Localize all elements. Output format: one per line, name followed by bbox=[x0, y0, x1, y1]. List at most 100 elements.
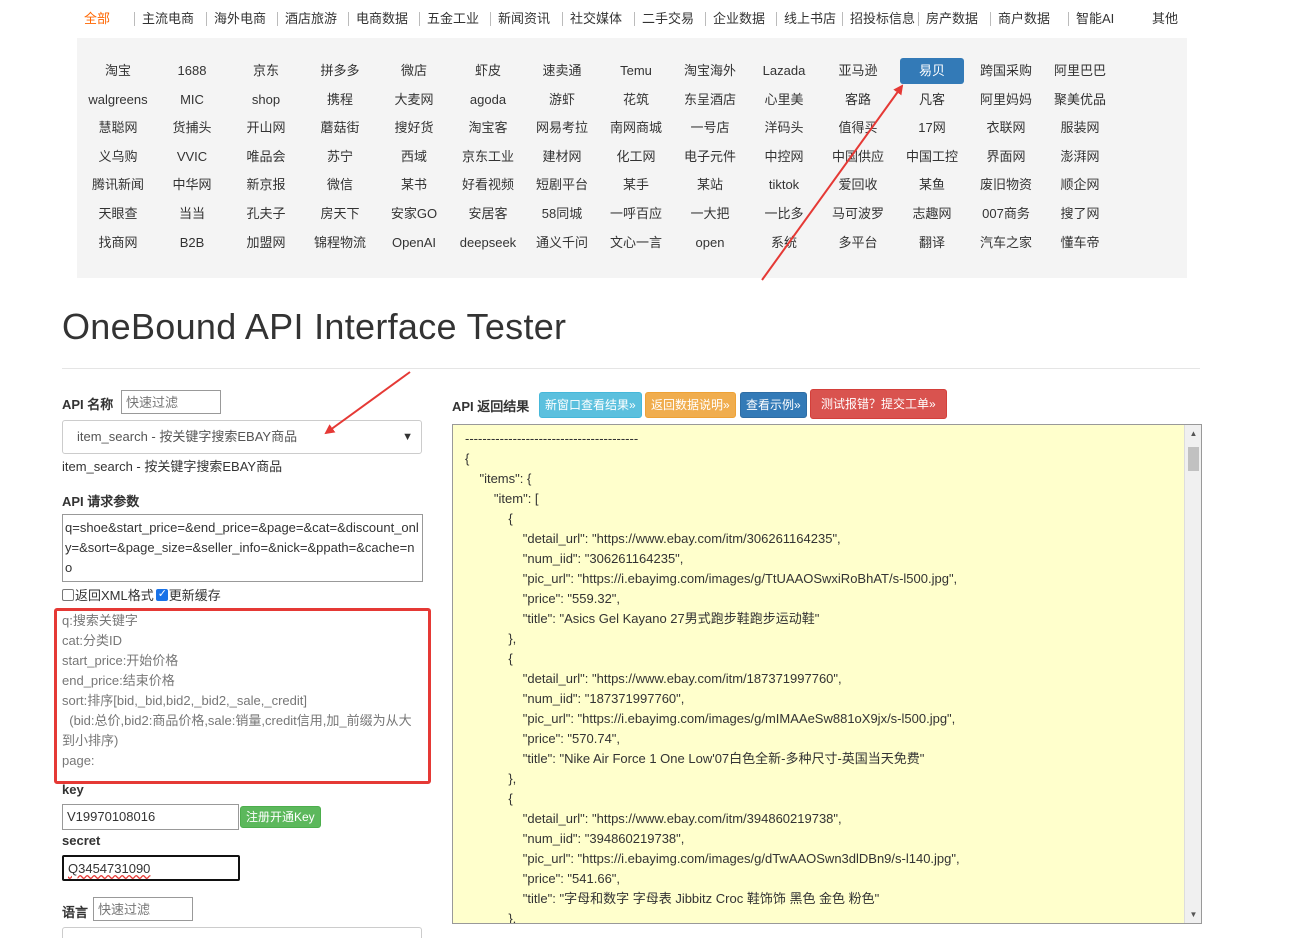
site-link[interactable]: 跨国采购 bbox=[974, 58, 1038, 84]
site-link[interactable]: 新京报 bbox=[234, 172, 298, 198]
site-link[interactable]: 电子元件 bbox=[678, 144, 742, 170]
site-link[interactable]: 微信 bbox=[308, 172, 372, 198]
site-link[interactable]: 锦程物流 bbox=[308, 230, 372, 256]
site-link[interactable]: 拼多多 bbox=[308, 58, 372, 84]
top-category-13[interactable]: 商户数据 bbox=[990, 12, 1050, 26]
top-category-5[interactable]: 五金工业 bbox=[419, 12, 479, 26]
site-link[interactable]: 慧聪网 bbox=[86, 115, 150, 141]
report-issue-button[interactable]: 测试报错？提交工单» bbox=[810, 389, 947, 419]
site-link[interactable]: 东呈酒店 bbox=[678, 87, 742, 113]
example-button[interactable]: 查看示例» bbox=[740, 392, 807, 418]
site-link[interactable]: 阿里妈妈 bbox=[974, 87, 1038, 113]
api-filter-input[interactable] bbox=[121, 390, 221, 414]
new-window-button[interactable]: 新窗口查看结果» bbox=[539, 392, 642, 418]
scroll-down-icon[interactable]: ▼ bbox=[1185, 906, 1201, 923]
site-link[interactable]: 废旧物资 bbox=[974, 172, 1038, 198]
site-link[interactable]: 17网 bbox=[900, 115, 964, 141]
site-link[interactable]: 马可波罗 bbox=[826, 201, 890, 227]
site-link[interactable]: 安居客 bbox=[456, 201, 520, 227]
site-link[interactable]: 当当 bbox=[160, 201, 224, 227]
site-link[interactable]: open bbox=[678, 230, 742, 256]
site-link[interactable]: 腾讯新闻 bbox=[86, 172, 150, 198]
top-category-12[interactable]: 房产数据 bbox=[918, 12, 978, 26]
top-category-14[interactable]: 智能AI bbox=[1068, 12, 1114, 26]
site-link[interactable]: 客路 bbox=[826, 87, 890, 113]
scroll-thumb[interactable] bbox=[1188, 447, 1199, 471]
site-link[interactable]: MIC bbox=[160, 87, 224, 113]
top-category-8[interactable]: 二手交易 bbox=[634, 12, 694, 26]
site-link[interactable]: 多平台 bbox=[826, 230, 890, 256]
site-link[interactable]: 中控网 bbox=[752, 144, 816, 170]
site-link[interactable]: 爱回收 bbox=[826, 172, 890, 198]
top-category-11[interactable]: 招投标信息 bbox=[842, 12, 915, 26]
site-link[interactable]: 一大把 bbox=[678, 201, 742, 227]
site-link[interactable]: 加盟网 bbox=[234, 230, 298, 256]
site-link[interactable]: 翻译 bbox=[900, 230, 964, 256]
site-link[interactable]: walgreens bbox=[86, 87, 150, 113]
top-category-2[interactable]: 海外电商 bbox=[206, 12, 266, 26]
site-link[interactable]: 京东 bbox=[234, 58, 298, 84]
top-category-10[interactable]: 线上书店 bbox=[776, 12, 836, 26]
site-link[interactable]: 找商网 bbox=[86, 230, 150, 256]
site-link[interactable]: 搜了网 bbox=[1048, 201, 1112, 227]
site-link[interactable]: 淘宝海外 bbox=[678, 58, 742, 84]
site-link[interactable]: 短剧平台 bbox=[530, 172, 594, 198]
site-link[interactable]: 亚马逊 bbox=[826, 58, 890, 84]
site-link[interactable]: 淘宝客 bbox=[456, 115, 520, 141]
site-link[interactable]: 衣联网 bbox=[974, 115, 1038, 141]
site-link[interactable]: 文心一言 bbox=[604, 230, 668, 256]
site-link[interactable]: 通义千问 bbox=[530, 230, 594, 256]
site-link[interactable]: agoda bbox=[456, 87, 520, 113]
site-link[interactable]: 大麦网 bbox=[382, 87, 446, 113]
site-link[interactable]: 建材网 bbox=[530, 144, 594, 170]
site-link[interactable]: 开山网 bbox=[234, 115, 298, 141]
site-link[interactable]: 淘宝 bbox=[86, 58, 150, 84]
refresh-cache-checkbox[interactable] bbox=[155, 587, 168, 601]
top-category-0[interactable]: 全部 bbox=[84, 12, 110, 26]
site-link[interactable]: shop bbox=[234, 87, 298, 113]
top-category-15[interactable]: 其他 bbox=[1145, 12, 1178, 26]
site-link[interactable]: 某站 bbox=[678, 172, 742, 198]
site-link[interactable]: 中国供应 bbox=[826, 144, 890, 170]
secret-input[interactable]: Q3454731090 bbox=[62, 855, 240, 881]
site-link[interactable]: Temu bbox=[604, 58, 668, 84]
top-category-1[interactable]: 主流电商 bbox=[134, 12, 194, 26]
site-link[interactable]: 安家GO bbox=[382, 201, 446, 227]
site-link[interactable]: 服装网 bbox=[1048, 115, 1112, 141]
site-link[interactable]: 货捕头 bbox=[160, 115, 224, 141]
site-link[interactable]: 汽车之家 bbox=[974, 230, 1038, 256]
top-category-3[interactable]: 酒店旅游 bbox=[277, 12, 337, 26]
site-link[interactable]: 携程 bbox=[308, 87, 372, 113]
site-link[interactable]: B2B bbox=[160, 230, 224, 256]
site-link[interactable]: 南网商城 bbox=[604, 115, 668, 141]
site-link[interactable]: 值得买 bbox=[826, 115, 890, 141]
params-textarea[interactable]: q=shoe&start_price=&end_price=&page=&cat… bbox=[62, 514, 423, 582]
site-link[interactable]: 58同城 bbox=[530, 201, 594, 227]
top-category-6[interactable]: 新闻资讯 bbox=[490, 12, 550, 26]
site-link[interactable]: 房天下 bbox=[308, 201, 372, 227]
site-link[interactable]: 系统 bbox=[752, 230, 816, 256]
site-link[interactable]: 心里美 bbox=[752, 87, 816, 113]
site-link[interactable]: 1688 bbox=[160, 58, 224, 84]
site-link[interactable]: 易贝 bbox=[900, 58, 964, 84]
site-link[interactable]: 中华网 bbox=[160, 172, 224, 198]
site-link[interactable]: tiktok bbox=[752, 172, 816, 198]
site-link[interactable]: OpenAI bbox=[382, 230, 446, 256]
site-link[interactable]: 聚美优品 bbox=[1048, 87, 1112, 113]
site-link[interactable]: 蘑菇街 bbox=[308, 115, 372, 141]
site-link[interactable]: 某书 bbox=[382, 172, 446, 198]
site-link[interactable]: 唯品会 bbox=[234, 144, 298, 170]
language-select[interactable] bbox=[62, 927, 422, 938]
site-link[interactable]: 西域 bbox=[382, 144, 446, 170]
site-link[interactable]: 苏宁 bbox=[308, 144, 372, 170]
result-textarea[interactable]: ----------------------------------------… bbox=[452, 424, 1202, 924]
docs-button[interactable]: 返回数据说明» bbox=[645, 392, 736, 418]
site-link[interactable]: 007商务 bbox=[974, 201, 1038, 227]
site-link[interactable]: 凡客 bbox=[900, 87, 964, 113]
site-link[interactable]: 化工网 bbox=[604, 144, 668, 170]
register-key-button[interactable]: 注册开通Key bbox=[240, 806, 321, 828]
site-link[interactable]: 网易考拉 bbox=[530, 115, 594, 141]
site-link[interactable]: 速卖通 bbox=[530, 58, 594, 84]
site-link[interactable]: 澎湃网 bbox=[1048, 144, 1112, 170]
site-link[interactable]: 孔夫子 bbox=[234, 201, 298, 227]
